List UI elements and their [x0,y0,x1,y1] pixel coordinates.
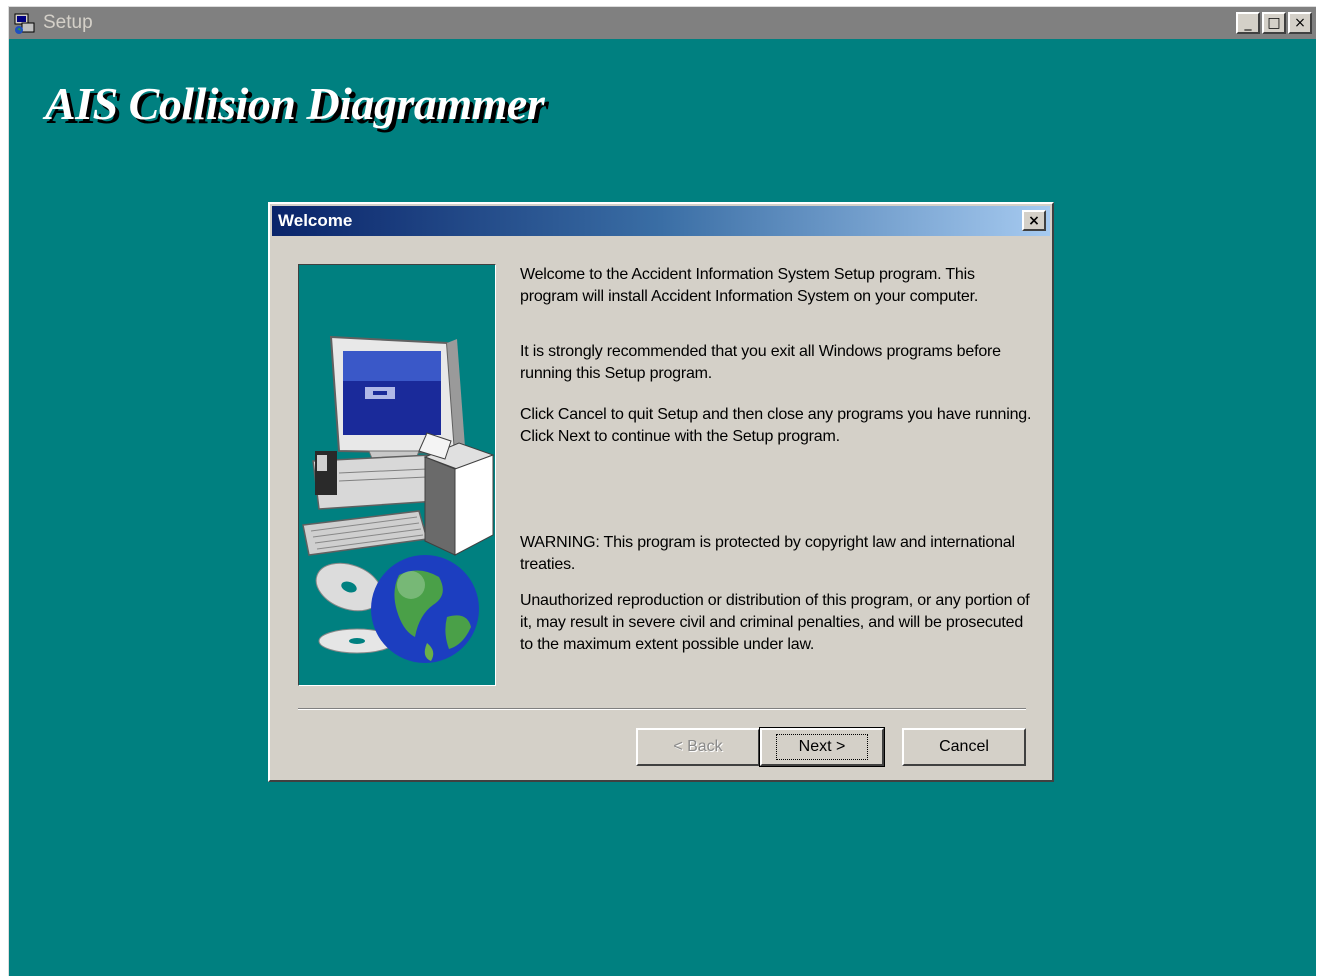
dialog-separator [298,708,1026,710]
next-button-label: Next > [775,734,869,760]
minimize-icon: _ [1244,15,1252,31]
unauthorized-paragraph: Unauthorized reproduction or distributio… [520,592,1030,653]
cancel-button-label: Cancel [939,738,989,755]
recommendation-paragraph: It is strongly recommended that you exit… [520,343,1001,382]
instructions-paragraph: Click Cancel to quit Setup and then clos… [520,406,1032,445]
minimize-button[interactable]: _ [1236,12,1260,34]
window-controls: _ □ × [1236,12,1312,34]
setup-illustration [298,264,496,686]
dialog-title: Welcome [278,211,353,230]
setup-window-title: Setup [43,12,93,33]
maximize-button[interactable]: □ [1262,12,1286,34]
welcome-dialog: Welcome × Welcome to the Accident Inform… [268,202,1054,782]
back-button-label: < Back [673,738,723,755]
cancel-button[interactable]: Cancel [902,728,1026,766]
dialog-close-button[interactable]: × [1022,210,1046,231]
maximize-icon: □ [1267,15,1281,31]
setup-app-icon[interactable] [13,11,37,35]
close-icon: × [1028,212,1040,229]
computer-globe-illustration [302,335,495,663]
welcome-paragraph: Welcome to the Accident Information Syst… [520,266,979,305]
next-button[interactable]: Next > [759,727,885,767]
close-window-button[interactable]: × [1288,12,1312,34]
back-button[interactable]: < Back [636,728,760,766]
app-title: AIS Collision Diagrammer [45,78,545,129]
close-icon: × [1294,15,1306,31]
setup-titlebar[interactable]: Setup _ □ × [9,7,1316,39]
warning-paragraph: WARNING: This program is protected by co… [520,534,1015,573]
dialog-titlebar[interactable]: Welcome × [272,206,1050,236]
